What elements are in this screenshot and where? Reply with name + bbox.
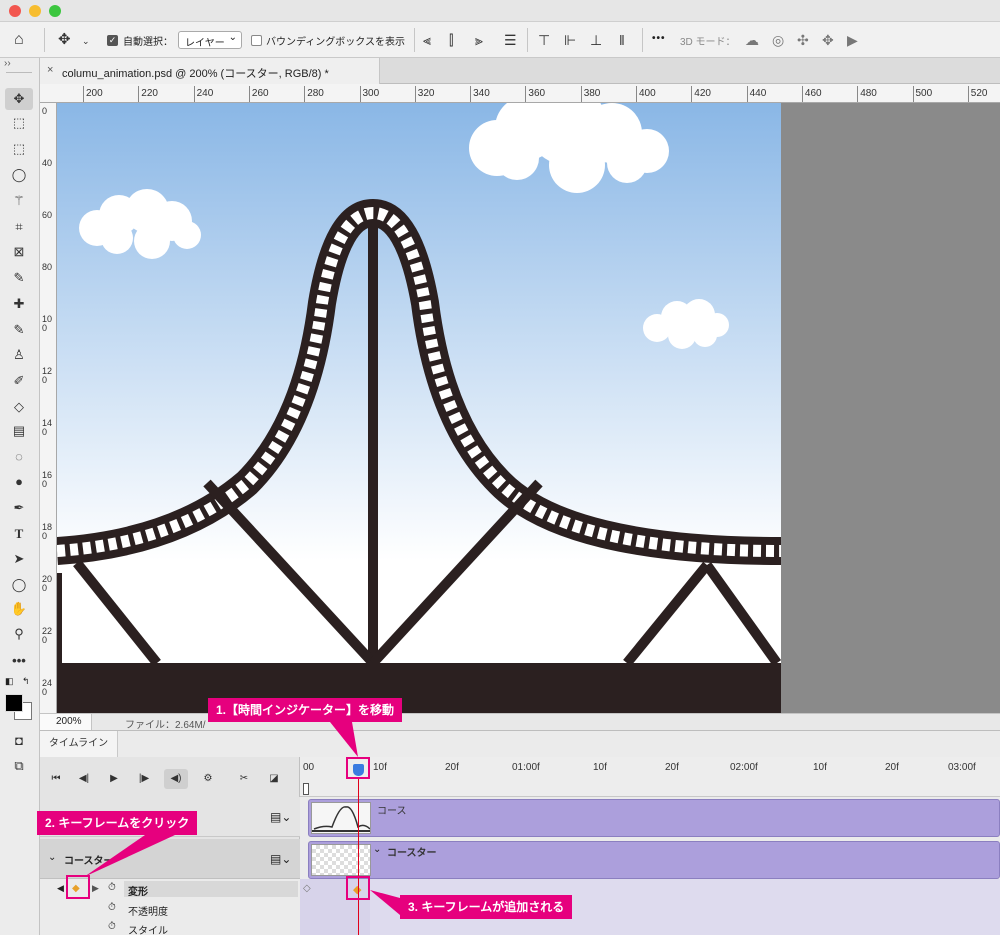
- callout-step1: 1.【時間インジケーター】を移動: [208, 698, 403, 722]
- callout-step2: 2. キーフレームをクリック: [37, 811, 198, 835]
- callout-connectors: [84, 722, 400, 915]
- callout-step3: 3. キーフレームが追加される: [400, 895, 573, 919]
